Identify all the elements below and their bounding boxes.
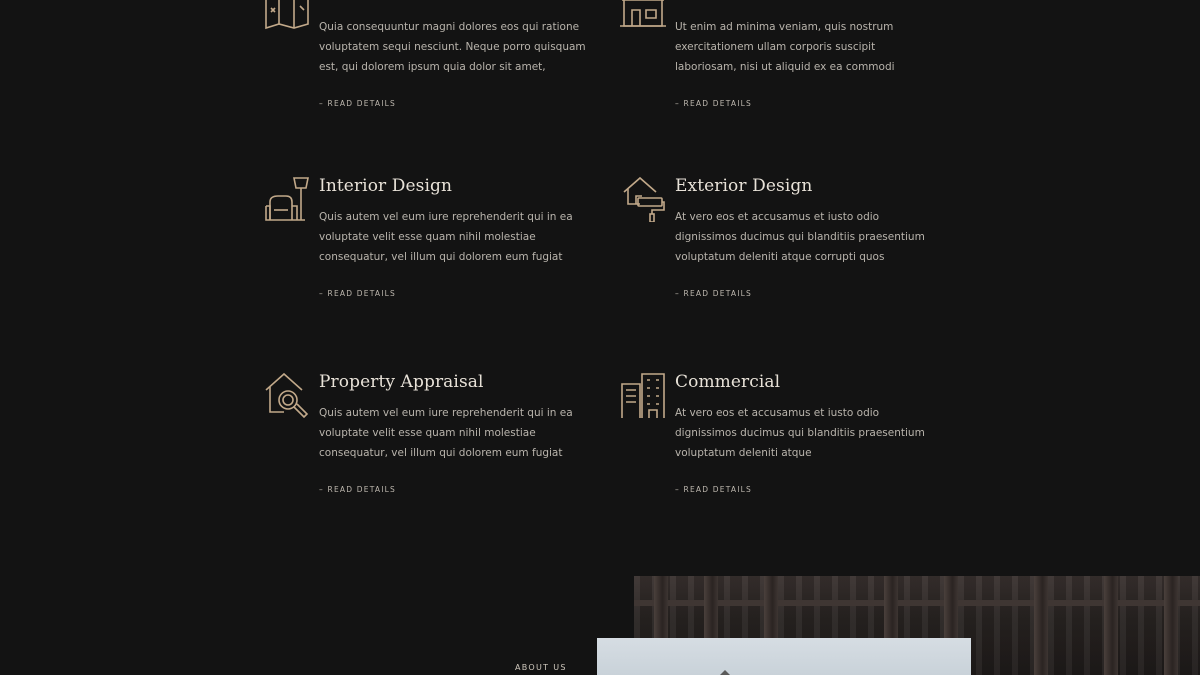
description-line: voluptate velit esse quam nihil molestia… bbox=[319, 231, 536, 243]
read-details-link[interactable]: – READ DETAILS bbox=[319, 289, 396, 298]
description-line: consequatur, vel illum qui dolorem eum f… bbox=[319, 251, 563, 263]
roof-peak bbox=[719, 670, 731, 675]
service-title: Interior Design bbox=[319, 176, 453, 196]
house-magnifier-icon bbox=[264, 372, 310, 418]
description-line: dignissimos ducimus qui blanditiis praes… bbox=[675, 231, 925, 243]
map-icon bbox=[264, 0, 310, 32]
building-column bbox=[1164, 576, 1178, 675]
description-line: voluptate velit esse quam nihil molestia… bbox=[319, 427, 536, 439]
service-description: Quia consequuntur magni dolores eos qui … bbox=[319, 17, 604, 77]
service-title: Property Appraisal bbox=[319, 372, 484, 392]
about-us-label: ABOUT US bbox=[515, 663, 567, 672]
office-buildings-icon bbox=[620, 372, 666, 418]
service-description: Ut enim ad minima veniam, quis nostrum e… bbox=[675, 17, 960, 77]
description-line: dignissimos ducimus qui blanditiis praes… bbox=[675, 427, 925, 439]
description-line: At vero eos et accusamus et iusto odio bbox=[675, 407, 880, 419]
description-line: Quis autem vel eum iure reprehenderit qu… bbox=[319, 407, 573, 419]
service-title: Exterior Design bbox=[675, 176, 813, 196]
house-front-icon bbox=[620, 0, 666, 32]
description-line: Ut enim ad minima veniam, quis nostrum bbox=[675, 21, 894, 33]
description-line: Quis autem vel eum iure reprehenderit qu… bbox=[319, 211, 573, 223]
description-line: Quia consequuntur magni dolores eos qui … bbox=[319, 21, 580, 33]
description-line: voluptatum deleniti atque corrupti quos bbox=[675, 251, 885, 263]
service-description: Quis autem vel eum iure reprehenderit qu… bbox=[319, 403, 604, 463]
description-line: voluptatem sequi nesciunt. Neque porro q… bbox=[319, 41, 586, 53]
house-paint-roller-icon bbox=[620, 176, 666, 222]
service-description: At vero eos et accusamus et iusto odio d… bbox=[675, 403, 960, 463]
about-photo bbox=[597, 638, 971, 675]
service-title: Commercial bbox=[675, 372, 781, 392]
read-details-link[interactable]: – READ DETAILS bbox=[675, 289, 752, 298]
building-column bbox=[1034, 576, 1048, 675]
read-details-link[interactable]: – READ DETAILS bbox=[675, 485, 752, 494]
description-line: laboriosam, nisi ut aliquid ex ea commod… bbox=[675, 61, 895, 73]
building-column bbox=[1104, 576, 1118, 675]
read-details-link[interactable]: – READ DETAILS bbox=[319, 99, 396, 108]
read-details-link[interactable]: – READ DETAILS bbox=[319, 485, 396, 494]
description-line: At vero eos et accusamus et iusto odio bbox=[675, 211, 880, 223]
description-line: exercitationem ullam corporis suscipit bbox=[675, 41, 876, 53]
description-line: est, qui dolorem ipsum quia dolor sit am… bbox=[319, 61, 546, 73]
armchair-lamp-icon bbox=[264, 176, 310, 222]
description-line: voluptatum deleniti atque bbox=[675, 447, 812, 459]
service-description: At vero eos et accusamus et iusto odio d… bbox=[675, 207, 960, 267]
description-line: consequatur, vel illum qui dolorem eum f… bbox=[319, 447, 563, 459]
service-description: Quis autem vel eum iure reprehenderit qu… bbox=[319, 207, 604, 267]
read-details-link[interactable]: – READ DETAILS bbox=[675, 99, 752, 108]
